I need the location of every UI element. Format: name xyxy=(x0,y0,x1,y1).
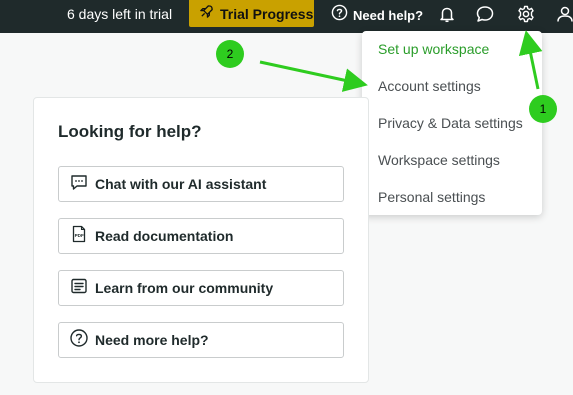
annotation-arrow-1 xyxy=(518,30,543,90)
annotation-arrow-2 xyxy=(259,60,368,92)
annotation-arrows xyxy=(259,30,543,92)
annotation-marker-2: 2 xyxy=(216,40,244,68)
annotation-marker-1: 1 xyxy=(529,95,557,123)
